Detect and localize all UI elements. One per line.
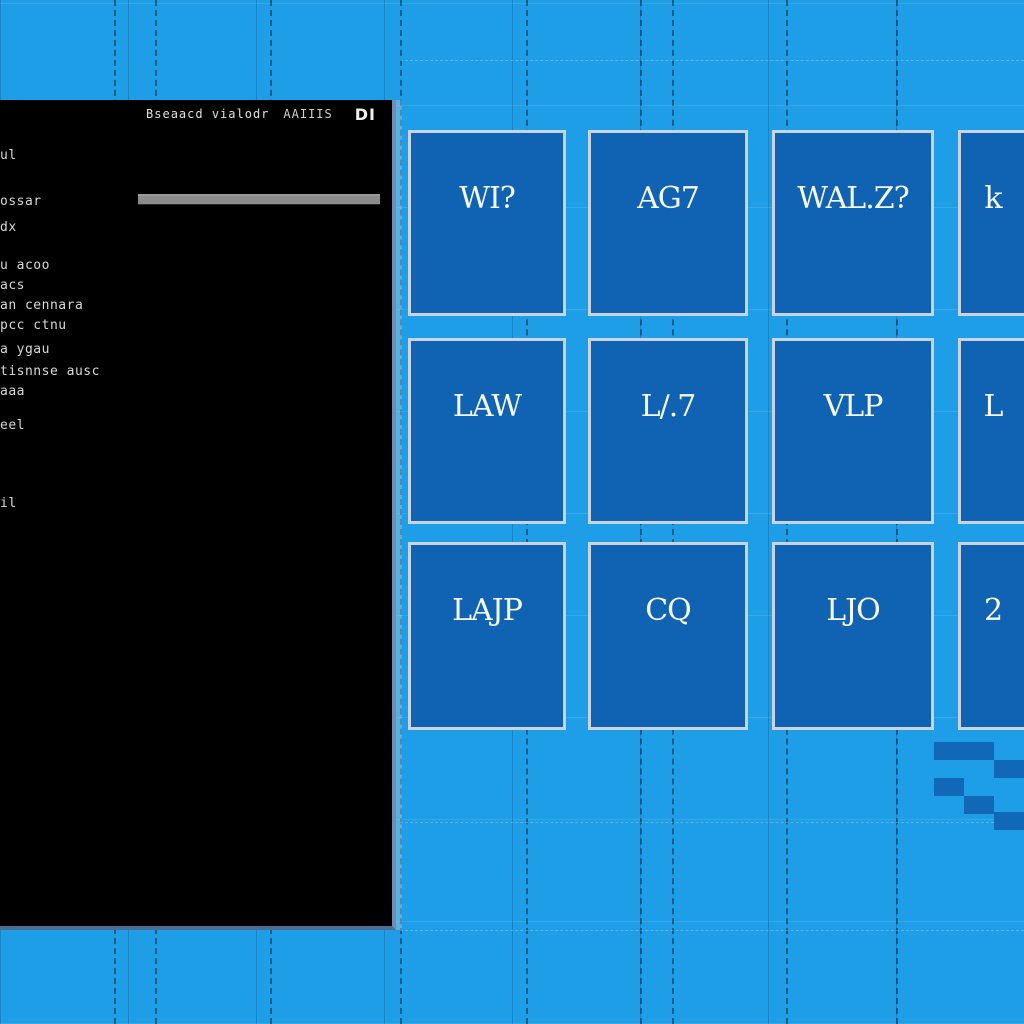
console-line: il (0, 496, 17, 511)
console-title: Bseaacd vialodr (146, 107, 270, 121)
console-line: pcc ctnu (0, 318, 67, 333)
console-title-extra: AAIIIS (283, 107, 333, 121)
app-tile[interactable]: WI? (408, 130, 566, 316)
console-titlebar[interactable]: Bseaacd vialodr AAIIIS DI (0, 100, 392, 128)
checker-block (934, 742, 964, 760)
app-tile[interactable]: L (958, 338, 1024, 524)
checker-block (994, 760, 1024, 778)
console-line: tisnnse ausc (0, 364, 100, 379)
tile-label: k (984, 181, 1002, 216)
console-line: ossar (0, 194, 42, 209)
app-tile[interactable]: 2 (958, 542, 1024, 730)
app-tile[interactable]: WAL.Z? (772, 130, 934, 316)
checker-block (964, 742, 994, 760)
console-line: aaa (0, 384, 25, 399)
grid-line (400, 60, 1024, 61)
tile-label: WI? (459, 181, 516, 216)
grid-line (400, 930, 1024, 931)
app-tile[interactable]: k (958, 130, 1024, 316)
console-line: dx (0, 220, 17, 235)
console-line: u acoo (0, 258, 50, 273)
tile-label: AG7 (637, 181, 700, 216)
console-line: acs (0, 278, 25, 293)
app-tile[interactable]: CQ (588, 542, 748, 730)
tile-label: WAL.Z? (797, 181, 909, 216)
grid-line (400, 0, 402, 1024)
grid-line (400, 822, 1024, 823)
app-tile[interactable]: AG7 (588, 130, 748, 316)
console-line: an cennara (0, 298, 84, 313)
app-tile[interactable]: LJO (772, 542, 934, 730)
app-tile[interactable]: LAJP (408, 542, 566, 730)
tile-label: LAW (452, 389, 522, 424)
console-line: ul (0, 148, 17, 163)
tile-label: 2 (983, 593, 1003, 628)
console-progress-fill (138, 196, 380, 204)
checker-block (934, 778, 964, 796)
tile-label: VLP (823, 389, 884, 424)
app-tile[interactable]: L/.7 (588, 338, 748, 524)
tile-label: CQ (645, 593, 692, 628)
app-logo-icon[interactable]: DI (355, 105, 376, 124)
app-tile[interactable]: VLP (772, 338, 934, 524)
tile-label: L (983, 389, 1004, 424)
checker-pattern (934, 742, 1024, 830)
tile-label: L/.7 (640, 389, 697, 424)
tile-label: LAJP (452, 593, 523, 628)
console-line: a ygau (0, 342, 50, 357)
console-window[interactable]: Bseaacd vialodr AAIIIS DI ul ossar dx u … (0, 100, 396, 930)
console-progress-bar (138, 194, 380, 205)
checker-block (964, 796, 994, 814)
app-tile[interactable]: LAW (408, 338, 566, 524)
console-line: eel (0, 418, 25, 433)
tile-label: LJO (826, 593, 881, 628)
checker-block (994, 812, 1024, 830)
